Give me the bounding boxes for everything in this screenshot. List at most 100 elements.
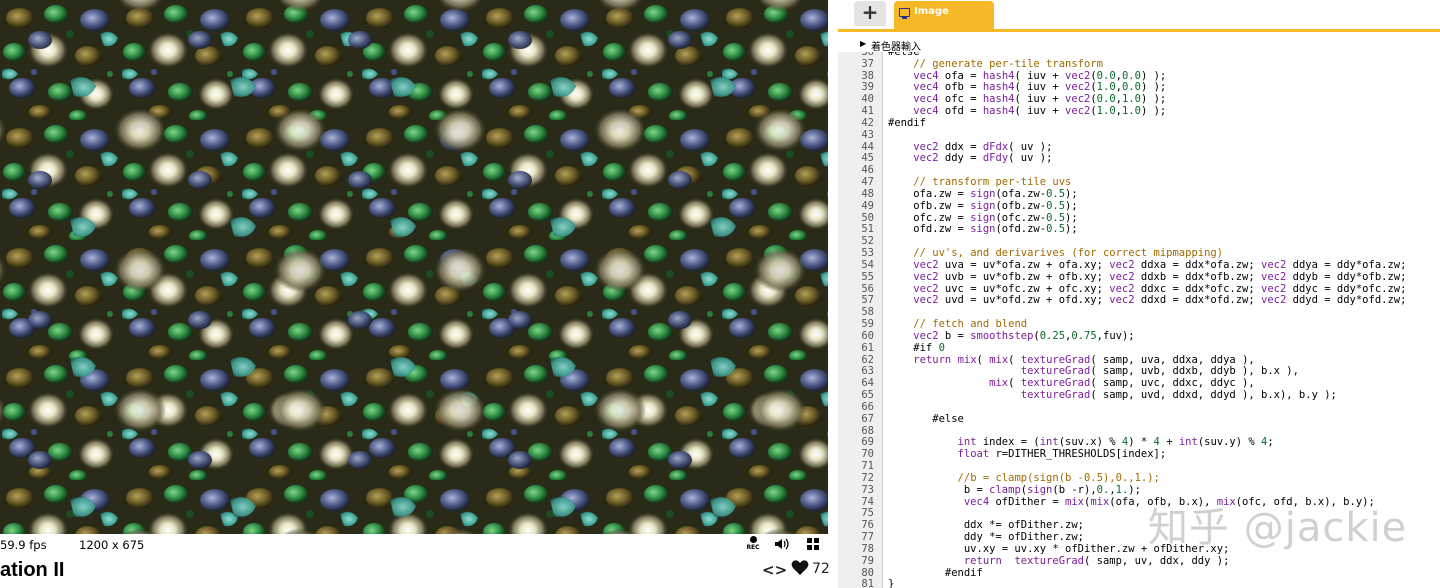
line-number: 81 [861,578,874,588]
code-line[interactable]: #else [888,413,964,425]
heart-icon[interactable] [791,559,809,576]
code-line[interactable]: ddy *= ofDither.zw; [888,531,1084,543]
shader-inputs-toggle[interactable]: ▶ 着色器輸入 [838,36,1440,53]
code-line[interactable]: vec2 uvd = uv*ofd.zw + ofd.xy; vec2 ddxd… [888,294,1406,306]
line-number: 48 [861,187,874,200]
code-line[interactable]: #endif [888,567,983,579]
line-number: 64 [861,377,874,390]
line-number: 38 [861,69,874,82]
line-number: 56 [861,282,874,295]
code-line[interactable]: vec2 ddy = dFdy( uv ); [888,152,1052,164]
line-number: 47 [861,176,874,189]
code-line[interactable]: vec2 uvc = uv*ofc.zw + ofc.xy; vec2 ddxc… [888,283,1406,295]
add-tab-button[interactable]: + [854,1,886,26]
shader-title: ation II [0,559,65,581]
line-number: 54 [861,258,874,271]
line-number: 51 [861,223,874,236]
line-number: 62 [861,353,874,366]
line-number: 58 [861,306,874,319]
line-number: 53 [861,247,874,260]
line-number: 69 [861,436,874,449]
code-line[interactable]: vec4 ofa = hash4( iuv + vec2(0.0,0.0) ); [888,70,1166,82]
line-number: 39 [861,81,874,94]
line-number: 52 [861,235,874,248]
code-line[interactable]: // generate per-tile transform [888,58,1103,70]
code-line[interactable]: #if 0 [888,342,945,354]
code-line[interactable]: vec2 b = smoothstep(0.25,0.75,fuv); [888,330,1134,342]
record-label: REC [746,544,760,551]
shader-canvas[interactable] [0,0,828,534]
line-number: 46 [861,164,874,177]
volume-icon[interactable] [773,536,789,552]
code-line[interactable]: mix( textureGrad( samp, uvc, ddxc, ddyc … [888,377,1255,389]
line-number: 50 [861,211,874,224]
code-line[interactable]: vec2 uva = uv*ofa.zw + ofa.xy; vec2 ddxa… [888,259,1406,271]
record-icon [749,536,757,543]
fps-counter: 59.9 fps [0,538,47,552]
code-line[interactable]: vec4 ofd = hash4( iuv + vec2(1.0,1.0) ); [888,105,1166,117]
like-count: 72 [812,561,830,577]
code-area[interactable]: 36 37 38 39 40 41 42 43 44 45 46 47 48 49 50 51 52 53 54 55… [838,52,1440,588]
code-line[interactable]: b = clamp(sign(b -r),0.,1.); [888,484,1141,496]
line-number: 57 [861,294,874,307]
code-line[interactable]: //b = clamp(sign(b -0.5),0.,1.); [888,472,1160,484]
line-number: 44 [861,140,874,153]
line-number: 72 [861,471,874,484]
line-number: 43 [861,128,874,141]
line-number: 78 [861,542,874,555]
code-line[interactable]: int index = (int(suv.x) % 4) * 4 + int(s… [888,436,1274,448]
line-number: 80 [861,566,874,579]
line-number: 63 [861,365,874,378]
code-line[interactable]: textureGrad( samp, uvb, ddxb, ddyb ), b.… [888,365,1299,377]
code-line[interactable]: // uv's, and derivarives (for correct mi… [888,247,1223,259]
code-line[interactable]: // fetch and blend [888,318,1027,330]
line-number: 66 [861,400,874,413]
code-line[interactable]: vec4 ofc = hash4( iuv + vec2(0.0,1.0) ); [888,93,1166,105]
line-number: 49 [861,199,874,212]
line-number: 75 [861,507,874,520]
resolution-label: 1200 x 675 [79,538,145,552]
line-number: 65 [861,389,874,402]
shader-render-image[interactable] [0,0,828,534]
code-icon[interactable]: <> [762,561,787,579]
line-number: 59 [861,318,874,331]
code-line[interactable]: ofa.zw = sign(ofa.zw-0.5); [888,188,1077,200]
code-line[interactable]: } [888,578,894,588]
code-line[interactable]: ofc.zw = sign(ofc.zw-0.5); [888,212,1077,224]
code-editor-panel: + Image ▶ 着色器輸入 36 37 38 39 40 41 42 43 44 45 46 47… [838,0,1440,588]
line-number: 76 [861,519,874,532]
line-number: 37 [861,57,874,70]
code-line[interactable]: #endif [888,117,926,129]
code-line[interactable]: ofd.zw = sign(ofd.zw-0.5); [888,223,1077,235]
line-number: 77 [861,531,874,544]
line-number-gutter: 36 37 38 39 40 41 42 43 44 45 46 47 48 49 50 51 52 53 54 55… [838,52,882,588]
line-number: 42 [861,116,874,129]
line-number: 74 [861,495,874,508]
code-line[interactable]: return mix( mix( textureGrad( samp, uva,… [888,354,1254,366]
fullscreen-icon[interactable] [805,536,821,552]
line-number: 60 [861,329,874,342]
code-line[interactable]: // transform per-tile uvs [888,176,1071,188]
code-line[interactable]: float r=DITHER_THRESHOLDS[index]; [888,448,1167,460]
expand-arrow-icon: ▶ [860,39,867,48]
record-button[interactable]: REC [745,536,761,551]
shader-title-bar: ation II <> 72 [0,556,838,588]
tab-image[interactable]: Image [894,1,994,29]
code-line[interactable]: return textureGrad( samp, uv, ddx, ddy )… [888,555,1230,567]
line-number: 70 [861,448,874,461]
code-line[interactable]: vec2 uvb = uv*ofb.zw + ofb.xy; vec2 ddxb… [888,271,1406,283]
code-line[interactable]: uv.xy = uv.xy * ofDither.zw + ofDither.x… [888,543,1230,555]
code-line[interactable]: textureGrad( samp, uvd, ddxd, ddyd ), b.… [888,389,1337,401]
line-number: 79 [861,554,874,567]
line-number: 67 [861,412,874,425]
code-line[interactable]: vec4 ofDither = mix(mix(ofa, ofb, b.x), … [888,496,1375,508]
monitor-icon [899,8,910,19]
code-line[interactable]: ofb.zw = sign(ofb.zw-0.5); [888,200,1077,212]
line-number: 40 [861,93,874,106]
tab-underline [838,29,1440,32]
gutter-divider [882,52,883,588]
code-line[interactable]: vec4 ofb = hash4( iuv + vec2(1.0,0.0) ); [888,81,1166,93]
line-number: 45 [861,152,874,165]
code-line[interactable]: vec2 ddx = dFdx( uv ); [888,141,1052,153]
code-line[interactable]: ddx *= ofDither.zw; [888,519,1084,531]
